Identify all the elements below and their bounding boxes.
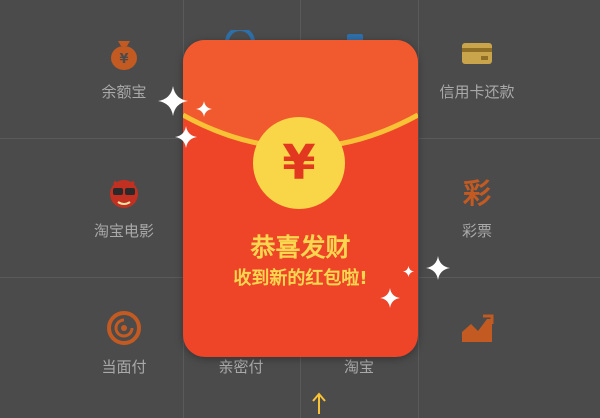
arrow-up-icon [312,392,326,414]
red-packet-title: 恭喜发财 [250,233,351,262]
grid-item-label: 信用卡还款 [439,83,515,101]
red-packet[interactable]: ¥ 恭喜发财 收到新的红包啦! [183,40,418,357]
open-coin-button[interactable]: ¥ [253,117,345,209]
credit-card-icon [459,35,495,71]
yuan-icon: ¥ [282,135,316,191]
red-packet-subtitle: 收到新的红包啦! [233,268,368,289]
sparkle-icon [380,288,400,308]
grid-item-taobao-movie[interactable]: 淘宝电影 [55,174,193,241]
grid-item-credit-card[interactable]: 信用卡还款 [408,35,546,102]
grid-item-label: 淘宝电影 [93,222,154,240]
svg-text:彩: 彩 [463,177,491,210]
movie-mascot-icon [106,174,142,210]
money-bag-icon: ¥ [106,35,142,71]
grid-item-lottery[interactable]: 彩 彩票 [408,174,546,241]
lottery-icon: 彩 [459,174,495,210]
stock-chart-icon [459,310,495,346]
svg-text:¥: ¥ [119,52,128,67]
sparkle-icon [158,86,188,116]
sparkle-icon [403,266,414,277]
face-pay-icon [106,310,142,346]
grid-item-label: 彩票 [461,222,492,240]
sparkle-icon [196,101,212,117]
sparkle-icon [426,256,450,280]
grid-item-label: 淘宝 [343,358,374,376]
grid-item-stocks[interactable] [408,310,546,356]
sparkle-icon [175,126,197,148]
